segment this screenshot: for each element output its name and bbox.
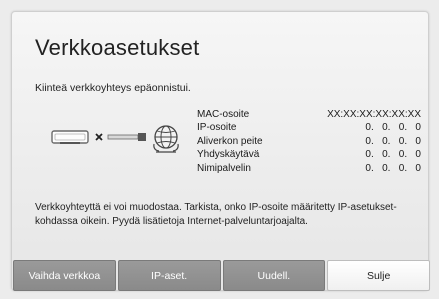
close-button[interactable]: Sulje <box>327 260 430 291</box>
info-label: IP-osoite <box>197 122 237 134</box>
disconnected-x-icon <box>95 133 103 141</box>
info-row-gateway: Yhdyskäytävä 0. 0. 0. 0 <box>197 148 421 161</box>
info-label: Aliverkon peite <box>197 135 263 147</box>
info-value: 0. 0. 0. 0 <box>365 162 421 174</box>
globe-icon <box>153 125 179 153</box>
retry-button[interactable]: Uudell. <box>222 260 326 291</box>
info-label: Yhdyskäytävä <box>197 149 260 161</box>
dialog-button-bar: Vaihda verkkoa IP-aset. Uudell. Sulje <box>12 259 430 292</box>
connection-diagram <box>50 120 190 160</box>
cable-icon <box>107 133 146 141</box>
info-label: MAC-osoite <box>197 109 250 120</box>
network-settings-dialog: Verkkoasetukset Kiinteä verkkoyhteys epä… <box>11 11 430 292</box>
change-network-button[interactable]: Vaihda verkkoa <box>13 260 116 291</box>
info-row-subnet: Aliverkon peite 0. 0. 0. 0 <box>197 135 421 148</box>
dialog-title: Verkkoasetukset <box>35 35 200 60</box>
ip-settings-button[interactable]: IP-aset. <box>117 260 221 291</box>
info-value: 0. 0. 0. 0 <box>365 149 421 161</box>
info-value: 0. 0. 0. 0 <box>365 122 421 134</box>
info-value: 0. 0. 0. 0 <box>365 135 421 147</box>
tv-device-icon <box>51 130 89 144</box>
connection-status-text: Kiinteä verkkoyhteys epäonnistui. <box>35 82 191 94</box>
info-row-dns: Nimipalvelin 0. 0. 0. 0 <box>197 162 421 175</box>
error-message: Verkkoyhteyttä ei voi muodostaa. Tarkist… <box>35 202 397 227</box>
network-info-table: MAC-osoite XX:XX:XX:XX:XX:XX IP-osoite 0… <box>197 108 421 175</box>
info-row-ip: IP-osoite 0. 0. 0. 0 <box>197 121 421 134</box>
info-value: XX:XX:XX:XX:XX:XX <box>327 109 421 120</box>
info-row-mac: MAC-osoite XX:XX:XX:XX:XX:XX <box>197 108 421 121</box>
info-label: Nimipalvelin <box>197 162 251 174</box>
